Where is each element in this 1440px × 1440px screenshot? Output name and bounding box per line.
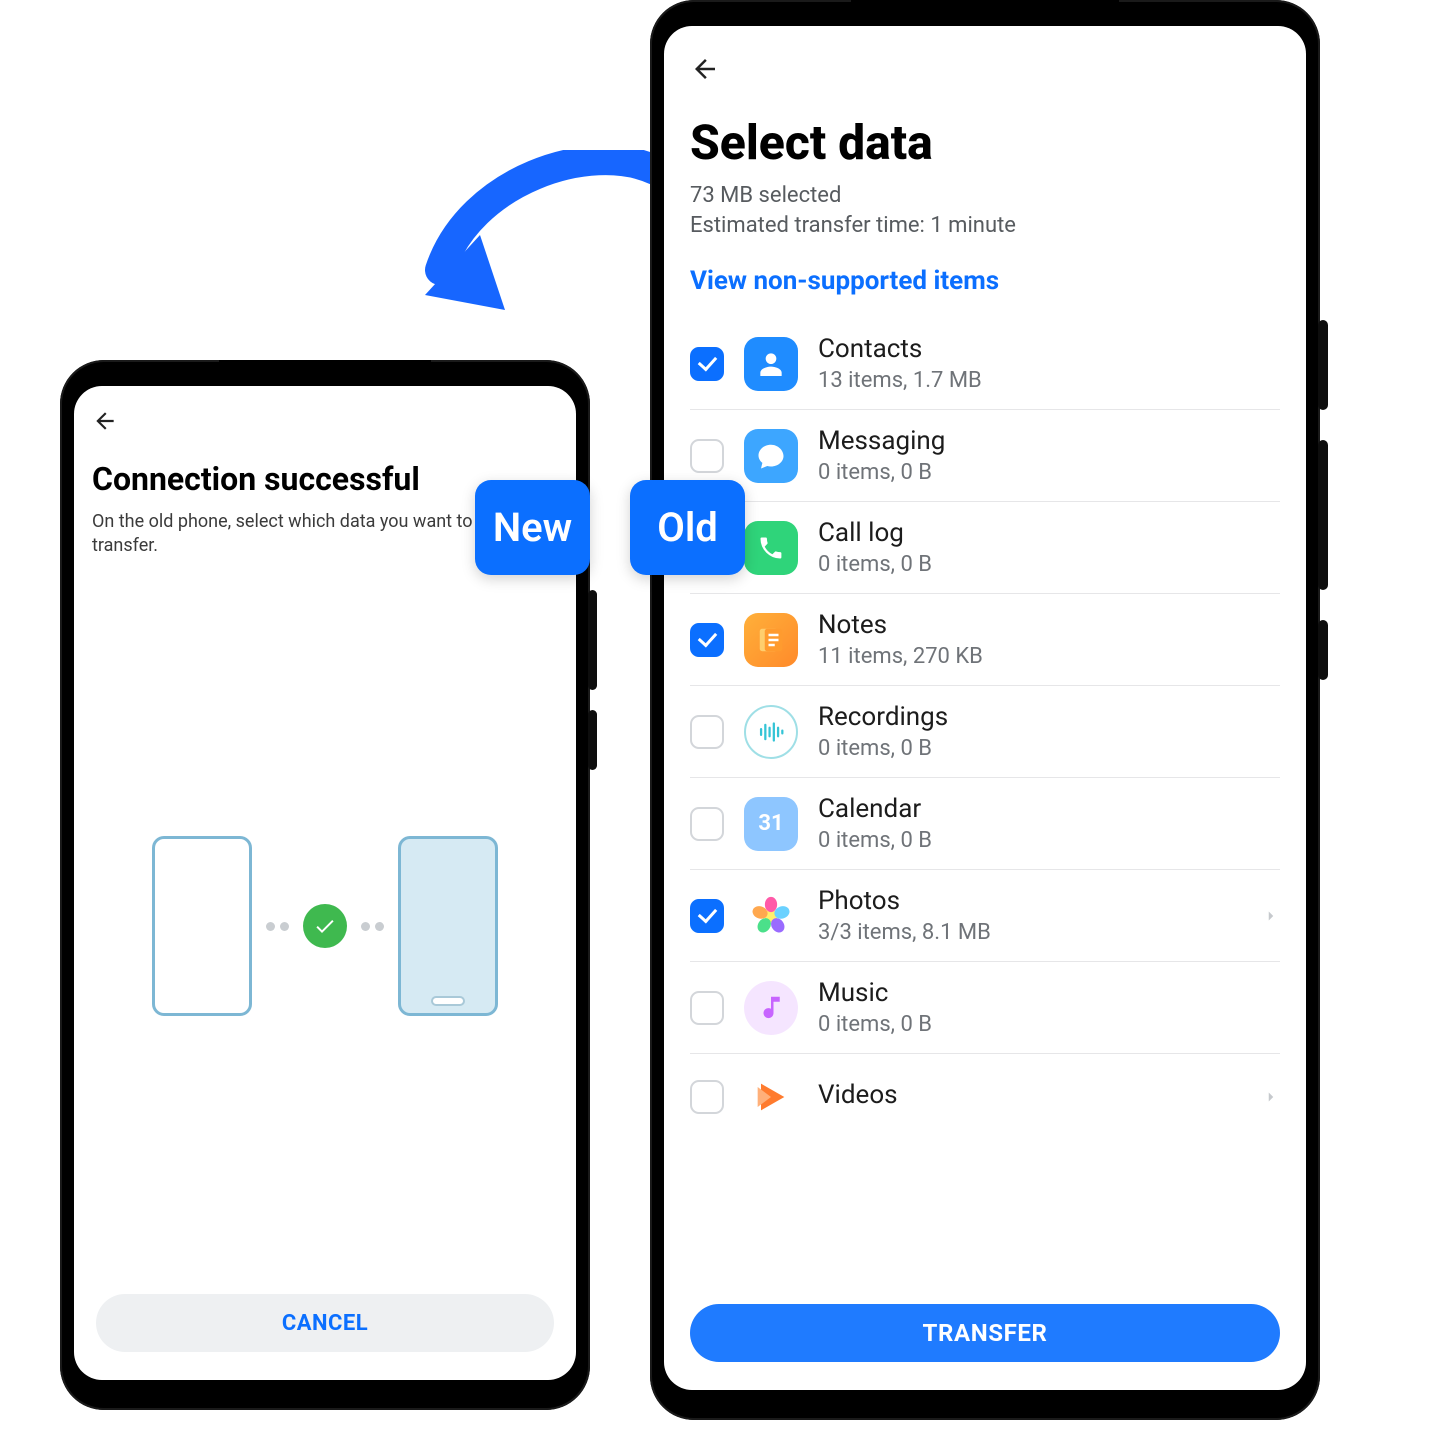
item-detail: 11 items, 270 KB (818, 644, 1280, 669)
item-detail: 13 items, 1.7 MB (818, 368, 1280, 393)
transfer-direction-arrow (410, 150, 670, 360)
data-row-music[interactable]: Music 0 items, 0 B (690, 962, 1280, 1054)
item-name: Contacts (818, 334, 1280, 364)
connection-illustration (74, 559, 576, 1294)
data-row-rec[interactable]: Recordings 0 items, 0 B (690, 686, 1280, 778)
data-row-msg[interactable]: Messaging 0 items, 0 B (690, 410, 1280, 502)
phone-outline-icon (152, 836, 252, 1016)
item-name: Recordings (818, 702, 1280, 732)
item-name: Photos (818, 886, 1242, 916)
page-title: Select data (690, 114, 1280, 171)
item-name: Music (818, 978, 1280, 1008)
old-phone-frame: Select data 73 MB selected Estimated tra… (650, 0, 1320, 1420)
checkbox[interactable] (690, 807, 724, 841)
item-name: Notes (818, 610, 1280, 640)
checkbox[interactable] (690, 347, 724, 381)
item-name: Messaging (818, 426, 1280, 456)
item-detail: 0 items, 0 B (818, 736, 1280, 761)
rec-icon (744, 705, 798, 759)
data-row-call[interactable]: Call log 0 items, 0 B (690, 502, 1280, 594)
new-phone-tag: New (475, 480, 590, 575)
checkbox[interactable] (690, 991, 724, 1025)
checkbox[interactable] (690, 715, 724, 749)
videos-icon (744, 1070, 798, 1124)
item-detail: 3/3 items, 8.1 MB (818, 920, 1242, 945)
success-check-icon (303, 904, 347, 948)
chevron-right-icon (1262, 1088, 1280, 1106)
transfer-button[interactable]: TRANSFER (690, 1304, 1280, 1362)
item-detail: 0 items, 0 B (818, 828, 1280, 853)
item-name: Call log (818, 518, 1280, 548)
transfer-eta: Estimated transfer time: 1 minute (690, 213, 1016, 238)
old-phone-tag: Old (630, 480, 745, 575)
phone-filled-icon (398, 836, 498, 1016)
data-row-cal[interactable]: 31 Calendar 0 items, 0 B (690, 778, 1280, 870)
data-row-videos[interactable]: Videos (690, 1054, 1280, 1124)
checkbox[interactable] (690, 899, 724, 933)
item-name: Videos (818, 1080, 1242, 1110)
view-unsupported-link[interactable]: View non-supported items (690, 266, 1280, 296)
checkbox[interactable] (690, 1080, 724, 1114)
data-row-notes[interactable]: Notes 11 items, 270 KB (690, 594, 1280, 686)
item-detail: 0 items, 0 B (818, 552, 1280, 577)
back-button[interactable] (690, 54, 1280, 84)
cal-icon: 31 (744, 797, 798, 851)
call-icon (744, 521, 798, 575)
contacts-icon (744, 337, 798, 391)
music-icon (744, 981, 798, 1035)
chevron-right-icon (1262, 907, 1280, 925)
item-detail: 0 items, 0 B (818, 1012, 1280, 1037)
page-subtitle: On the old phone, select which data you … (92, 510, 512, 559)
item-name: Calendar (818, 794, 1280, 824)
photos-icon (744, 889, 798, 943)
msg-icon (744, 429, 798, 483)
back-button[interactable] (92, 408, 558, 434)
checkbox[interactable] (690, 439, 724, 473)
cancel-button[interactable]: CANCEL (96, 1294, 554, 1352)
checkbox[interactable] (690, 623, 724, 657)
selected-size: 73 MB selected (690, 183, 841, 208)
data-row-photos[interactable]: Photos 3/3 items, 8.1 MB (690, 870, 1280, 962)
data-row-contacts[interactable]: Contacts 13 items, 1.7 MB (690, 318, 1280, 410)
data-type-list: Contacts 13 items, 1.7 MB Messaging 0 items… (690, 318, 1280, 1288)
notes-icon (744, 613, 798, 667)
item-detail: 0 items, 0 B (818, 460, 1280, 485)
